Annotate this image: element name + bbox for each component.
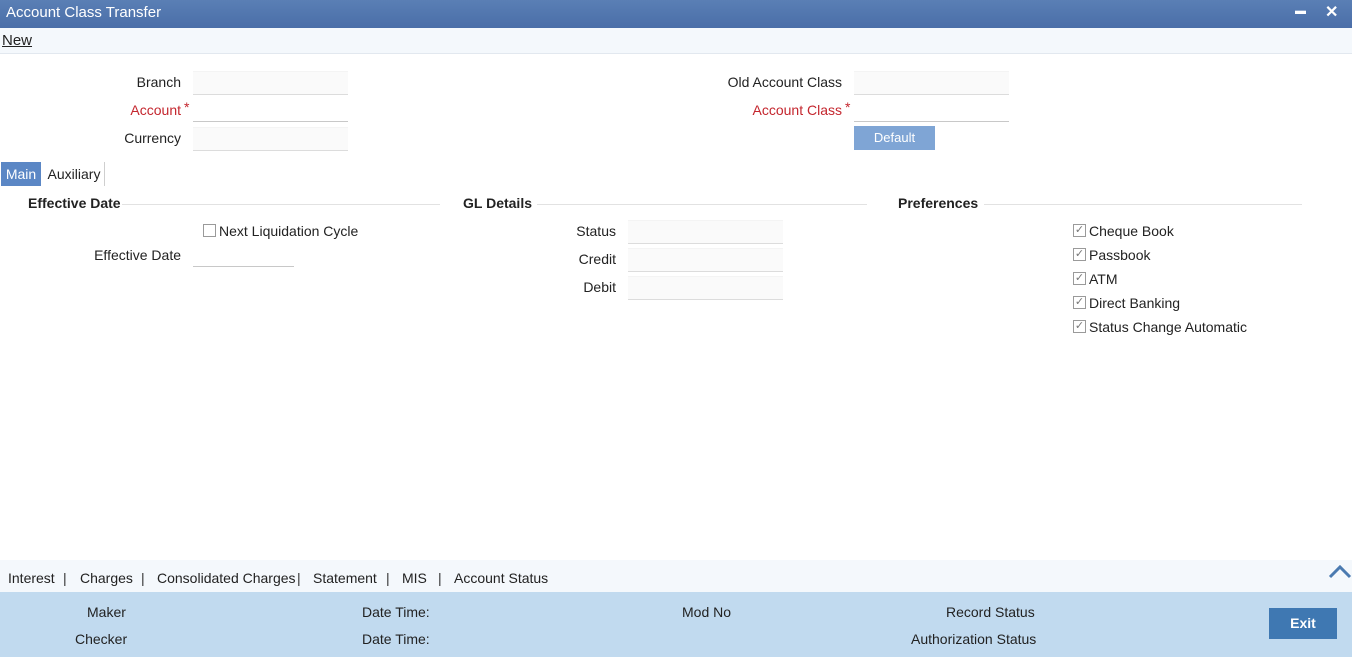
- link-separator: |: [438, 570, 442, 586]
- close-icon[interactable]: ✕: [1325, 2, 1338, 22]
- direct-banking-checkbox[interactable]: ✓: [1073, 296, 1086, 309]
- section-divider: [984, 204, 1302, 205]
- authorization-status-label: Authorization Status: [911, 631, 1037, 647]
- cheque-book-checkbox[interactable]: ✓: [1073, 224, 1086, 237]
- account-label: Account: [21, 102, 181, 118]
- statement-link[interactable]: Statement: [313, 570, 377, 586]
- atm-label: ATM: [1089, 271, 1118, 287]
- charges-link[interactable]: Charges: [80, 570, 133, 586]
- passbook-checkbox[interactable]: ✓: [1073, 248, 1086, 261]
- exit-button[interactable]: Exit: [1269, 608, 1337, 639]
- record-status-label: Record Status: [946, 604, 1035, 620]
- maker-label: Maker: [87, 604, 126, 620]
- interest-link[interactable]: Interest: [8, 570, 55, 586]
- account-class-label-text: Account Class: [752, 102, 842, 118]
- gl-credit-field[interactable]: [628, 248, 783, 272]
- gl-status-field[interactable]: [628, 220, 783, 244]
- consolidated-charges-link[interactable]: Consolidated Charges: [157, 570, 296, 586]
- next-liquidation-cycle-checkbox[interactable]: [203, 224, 216, 237]
- default-button[interactable]: Default: [854, 126, 935, 150]
- section-divider: [537, 204, 867, 205]
- minimize-icon[interactable]: ▬: [1295, 5, 1306, 17]
- mod-no-label: Mod No: [682, 604, 732, 620]
- gl-debit-label: Debit: [583, 279, 616, 295]
- effective-date-field[interactable]: [193, 244, 294, 267]
- gl-credit-label: Credit: [578, 251, 616, 267]
- gl-details-section-title: GL Details: [463, 195, 532, 211]
- new-link[interactable]: New: [2, 32, 32, 49]
- passbook-label: Passbook: [1089, 247, 1151, 263]
- currency-field[interactable]: [193, 127, 348, 151]
- bottom-links-bar: Interest | Charges | Consolidated Charge…: [0, 560, 1352, 592]
- gl-status-label: Status: [576, 223, 616, 239]
- account-class-field[interactable]: [854, 99, 1009, 122]
- branch-label: Branch: [136, 74, 181, 90]
- account-field[interactable]: [193, 99, 348, 122]
- account-class-required-marker: *: [845, 99, 851, 115]
- title-bar: Account Class Transfer ▬ ✕: [0, 0, 1352, 28]
- window-title: Account Class Transfer: [6, 4, 162, 21]
- tab-auxiliary[interactable]: Auxiliary: [44, 162, 105, 186]
- account-required-marker: *: [184, 99, 190, 115]
- old-account-class-label: Old Account Class: [727, 74, 842, 90]
- account-class-label: Account Class: [602, 102, 842, 118]
- status-change-automatic-label: Status Change Automatic: [1089, 319, 1247, 335]
- gl-debit-field[interactable]: [628, 276, 783, 300]
- checker-date-time-label: Date Time:: [362, 631, 430, 647]
- checker-label: Checker: [75, 631, 128, 647]
- link-separator: |: [63, 570, 67, 586]
- preferences-section-title: Preferences: [898, 195, 979, 211]
- old-account-class-field[interactable]: [854, 71, 1009, 95]
- maker-date-time-label: Date Time:: [362, 604, 430, 620]
- link-separator: |: [141, 570, 145, 586]
- chevron-up-icon[interactable]: [1328, 563, 1352, 579]
- account-status-link[interactable]: Account Status: [454, 570, 548, 586]
- link-separator: |: [386, 570, 390, 586]
- cheque-book-label: Cheque Book: [1089, 223, 1174, 239]
- status-change-automatic-checkbox[interactable]: ✓: [1073, 320, 1086, 333]
- atm-checkbox[interactable]: ✓: [1073, 272, 1086, 285]
- next-liquidation-cycle-label: Next Liquidation Cycle: [219, 223, 359, 239]
- branch-field[interactable]: [193, 71, 348, 95]
- section-divider: [122, 204, 440, 205]
- effective-date-section-title: Effective Date: [28, 195, 121, 211]
- effective-date-label: Effective Date: [94, 247, 181, 263]
- link-separator: |: [297, 570, 301, 586]
- audit-footer: [0, 592, 1352, 657]
- tab-main[interactable]: Main: [1, 162, 41, 186]
- currency-label: Currency: [124, 130, 181, 146]
- mis-link[interactable]: MIS: [402, 570, 427, 586]
- menu-bar: New: [0, 28, 1352, 54]
- account-label-text: Account: [130, 102, 181, 118]
- direct-banking-label: Direct Banking: [1089, 295, 1181, 311]
